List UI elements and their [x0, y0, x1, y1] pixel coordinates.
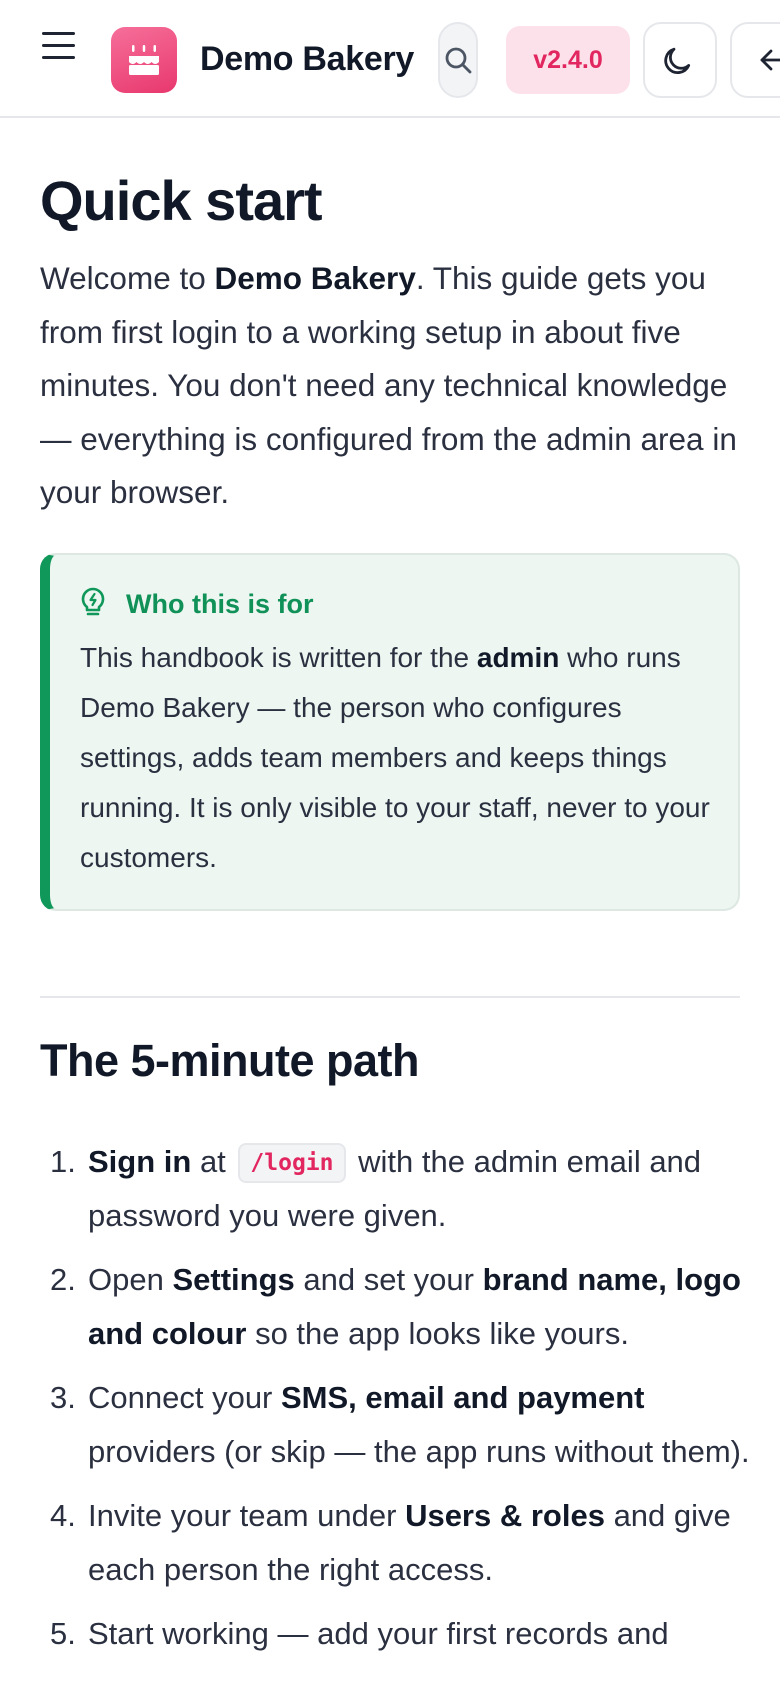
callout-box: Who this is for This handbook is written… — [40, 553, 740, 911]
steps-list: 1. Sign in at /login with the admin email… — [40, 1135, 760, 1671]
intro-paragraph: Welcome to Demo Bakery. This guide gets … — [40, 260, 737, 510]
brand-name[interactable]: Demo Bakery — [200, 40, 414, 79]
page-title: Quick start — [40, 169, 323, 232]
callout-body: This handbook is written for the admin w… — [80, 642, 710, 873]
cake-icon[interactable] — [111, 27, 177, 93]
menu-icon[interactable] — [40, 28, 80, 68]
top-bar: Demo Bakery v2.4.0 — [0, 0, 780, 118]
list-item: 4. Invite your team under Users & roles a… — [50, 1498, 731, 1587]
arrow-left-icon[interactable] — [730, 22, 780, 98]
version-badge[interactable]: v2.4.0 — [506, 26, 630, 94]
list-item: 5. Start working — add your first records… — [50, 1616, 669, 1651]
section-title: The 5-minute path — [40, 1035, 420, 1086]
list-item: 3. Connect your SMS, email and payment pr… — [50, 1380, 750, 1469]
list-item: 2. Open Settings and set your brand name,… — [50, 1262, 741, 1351]
section-divider — [40, 996, 740, 998]
callout-title: Who this is for — [126, 589, 314, 619]
lightbulb-icon — [80, 587, 106, 622]
search-icon[interactable] — [438, 22, 478, 98]
login-path-code: /login — [238, 1143, 346, 1183]
moon-icon[interactable] — [643, 22, 717, 98]
callout-header: Who this is for — [80, 587, 313, 622]
list-item: 1. Sign in at /login with the admin email… — [50, 1143, 702, 1233]
